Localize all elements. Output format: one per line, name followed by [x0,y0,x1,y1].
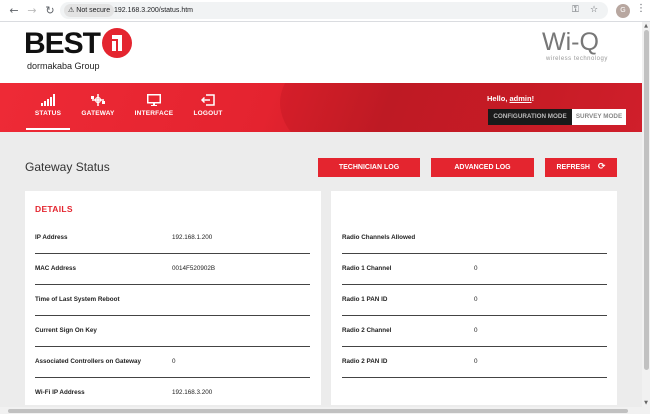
advanced-log-button[interactable]: ADVANCED LOG [431,158,534,177]
details-title: DETAILS [35,204,73,214]
scroll-down-icon[interactable]: ▼ [643,400,649,406]
table-row: Time of Last System Reboot [35,285,310,316]
details-panel: DETAILS IP Address 192.168.1.200 MAC Add… [25,191,321,405]
browser-menu-icon[interactable]: ⋮ [636,3,646,14]
table-row: MAC Address 0014F520902B [35,254,310,285]
site-header: BEST dormakaba Group Wi-Q wireless techn… [0,22,642,83]
security-indicator[interactable]: ⚠ Not secure [64,4,115,17]
row-value: 0 [172,358,176,365]
survey-mode-button[interactable]: SURVEY MODE [572,109,626,125]
technician-log-button[interactable]: TECHNICIAN LOG [318,158,420,177]
url-text[interactable]: 192.168.3.200/status.htm [114,2,193,19]
row-value: 192.168.1.200 [172,234,213,241]
row-value: 0 [474,265,478,272]
warning-icon: ⚠ [68,6,75,14]
page-title: Gateway Status [25,160,110,174]
row-label: Radio 1 Channel [342,265,392,272]
row-label: Radio Channels Allowed [342,234,416,241]
row-value: 0 [474,296,478,303]
row-label: Radio 2 Channel [342,327,392,334]
row-value: 192.168.3.200 [172,389,213,396]
row-label: MAC Address [35,265,77,272]
table-row: IP Address 192.168.1.200 [35,223,310,254]
username-link[interactable]: admin [510,94,532,103]
browser-toolbar: ← → ↻ ⚠ Not secure 192.168.3.200/status.h… [0,0,650,22]
back-icon[interactable]: ← [6,3,22,19]
radio-panel: Radio Channels Allowed Radio 1 Channel 0… [331,191,617,405]
row-value: 0 [474,327,478,334]
nav-logout[interactable]: LOGOUT [188,83,228,132]
table-row: Wi-Fi IP Address 192.168.3.200 [35,378,310,409]
nav-logout-label: LOGOUT [193,110,223,117]
row-label: Radio 2 PAN ID [342,358,388,365]
brand-mark-icon [102,28,132,58]
row-value: 0 [474,358,478,365]
main-nav: STATUS GATEWAY INTERFACE LOGOUT Hello, a… [0,83,642,132]
security-label: Not secure [76,7,111,14]
horizontal-scroll-thumb[interactable] [8,409,628,413]
greeting-prefix: Hello, [487,94,510,103]
greeting-suffix: ! [531,94,535,103]
row-label: Current Sign On Key [35,327,97,334]
row-label: Associated Controllers on Gateway [35,358,142,365]
vertical-scroll-thumb[interactable] [644,30,649,370]
row-label: Wi-Fi IP Address [35,389,85,396]
table-row: Radio Channels Allowed [342,223,607,254]
nav-gateway[interactable]: GATEWAY [78,83,118,132]
row-label: Radio 1 PAN ID [342,296,388,303]
product-subtitle: wireless technology [546,56,608,62]
key-icon[interactable]: ⚿ [572,3,579,18]
nav-status-label: STATUS [34,110,62,117]
refresh-icon: ⟳ [597,162,606,172]
table-row: Radio 2 PAN ID 0 [342,347,607,378]
logout-icon [201,94,215,106]
profile-avatar[interactable]: G [616,4,630,18]
table-row: Radio 2 Channel 0 [342,316,607,347]
nav-interface-label: INTERFACE [134,110,174,117]
nav-gateway-label: GATEWAY [81,110,115,117]
nav-interface[interactable]: INTERFACE [130,83,178,132]
signal-bars-icon [41,94,55,106]
row-label: Time of Last System Reboot [35,296,120,303]
forward-icon[interactable]: → [24,3,40,19]
greeting: Hello, admin! [487,94,534,103]
reload-icon[interactable]: ↻ [42,3,58,19]
row-value: 0014F520902B [172,265,216,272]
refresh-button[interactable]: REFRESH ⟳ [545,158,617,177]
table-row: Radio 1 Channel 0 [342,254,607,285]
nav-status[interactable]: STATUS [26,83,70,132]
address-bar[interactable]: ⚠ Not secure 192.168.3.200/status.htm ⚿ ☆ [60,2,608,19]
gateway-icon [91,94,105,106]
table-row: Radio 1 PAN ID 0 [342,285,607,316]
configuration-mode-button[interactable]: CONFIGURATION MODE [488,109,572,125]
brand-logo: BEST [24,27,101,60]
monitor-icon [147,94,161,106]
brand-subtitle: dormakaba Group [27,61,100,71]
table-row: Current Sign On Key [35,316,310,347]
scroll-up-icon[interactable]: ▲ [643,23,649,29]
bookmark-star-icon[interactable]: ☆ [590,3,598,18]
row-label: IP Address [35,234,68,241]
refresh-label: REFRESH [556,164,590,171]
product-logo: Wi-Q [542,28,599,56]
table-row: Associated Controllers on Gateway 0 [35,347,310,378]
